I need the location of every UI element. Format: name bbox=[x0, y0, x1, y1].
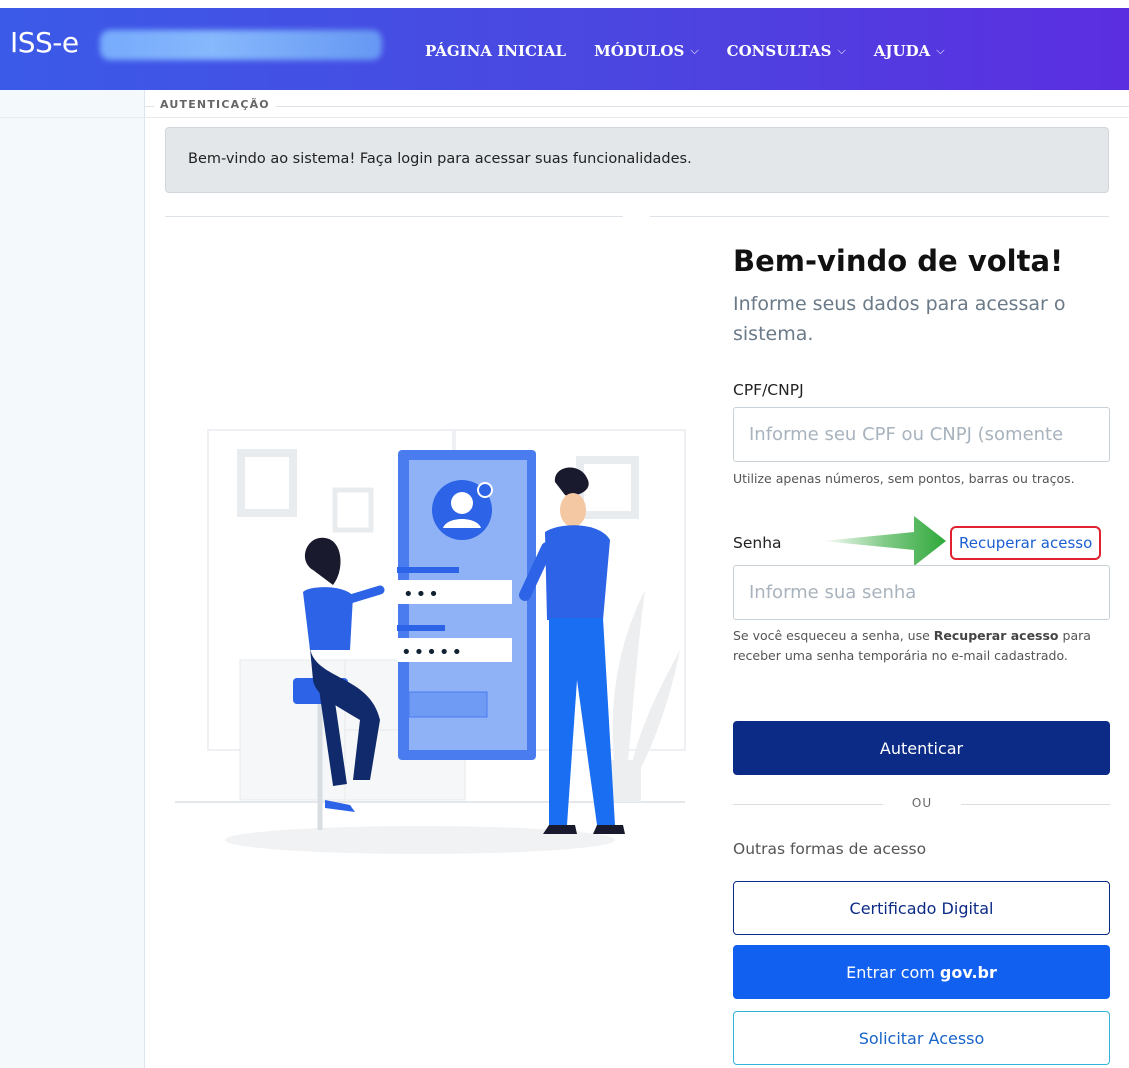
field-label-bar bbox=[397, 567, 459, 573]
senha-label: Senha bbox=[733, 534, 782, 552]
field-label-bar bbox=[397, 625, 445, 631]
cpf-label: CPF/CNPJ bbox=[733, 381, 804, 399]
password-dots: ••• bbox=[403, 584, 441, 605]
man-face bbox=[560, 493, 586, 527]
login-illustration: ••• ••••• bbox=[175, 429, 686, 854]
divider bbox=[733, 804, 883, 805]
plant-leaf bbox=[630, 650, 680, 770]
section-legend: AUTENTICAÇÃO bbox=[154, 98, 276, 111]
help-text: Se você esqueceu a senha, use bbox=[733, 628, 934, 643]
divider bbox=[650, 216, 1109, 217]
avatar-dot bbox=[477, 482, 493, 498]
chevron-down-icon: ⌵ bbox=[690, 44, 699, 57]
fieldset-border bbox=[145, 106, 1129, 107]
chevron-down-icon: ⌵ bbox=[936, 44, 945, 57]
or-separator: OU bbox=[733, 796, 1110, 812]
blurred-municipality-name bbox=[100, 30, 382, 60]
main-nav: PÁGINA INICIAL MÓDULOS ⌵ CONSULTAS ⌵ AJUDA… bbox=[425, 42, 973, 60]
help-text-bold: Recuperar acesso bbox=[933, 628, 1059, 643]
top-navbar: ISS-e PÁGINA INICIAL MÓDULOS ⌵ CONSULTAS ⌵… bbox=[0, 8, 1129, 90]
left-rail bbox=[0, 90, 145, 1068]
arrow-right-icon bbox=[822, 516, 946, 566]
frame-decor bbox=[332, 487, 374, 533]
brand-logo[interactable]: ISS-e bbox=[10, 26, 79, 59]
avatar-head bbox=[451, 492, 473, 514]
cpf-cnpj-input[interactable] bbox=[733, 407, 1110, 462]
request-access-button[interactable]: Solicitar Acesso bbox=[733, 1011, 1110, 1065]
recover-access-link[interactable]: Recuperar acesso bbox=[950, 526, 1102, 560]
or-label: OU bbox=[911, 796, 933, 810]
nav-modulos[interactable]: MÓDULOS ⌵ bbox=[594, 42, 699, 60]
woman-arm bbox=[342, 585, 385, 605]
login-subtitle: Informe seus dados para acessar o sistem… bbox=[733, 293, 1066, 345]
password-help-text: Se você esqueceu a senha, use Recuperar … bbox=[733, 626, 1103, 666]
nav-label: AJUDA bbox=[873, 42, 931, 60]
authenticate-button[interactable]: Autenticar bbox=[733, 721, 1110, 775]
nav-pagina-inicial[interactable]: PÁGINA INICIAL bbox=[425, 42, 566, 60]
frame-decor bbox=[576, 456, 639, 519]
govbr-label: Entrar com bbox=[846, 962, 935, 982]
other-access-label: Outras formas de acesso bbox=[733, 840, 927, 858]
frame-decor bbox=[237, 449, 297, 517]
divider bbox=[165, 216, 623, 217]
man-shoe bbox=[543, 825, 577, 834]
nav-label: MÓDULOS bbox=[594, 42, 685, 60]
digital-certificate-button[interactable]: Certificado Digital bbox=[733, 881, 1110, 935]
man-shoe bbox=[593, 825, 625, 834]
divider bbox=[961, 804, 1110, 805]
man-pants bbox=[549, 618, 615, 825]
welcome-alert: Bem-vindo ao sistema! Faça login para ac… bbox=[165, 127, 1109, 193]
password-dots: ••••• bbox=[401, 642, 464, 663]
chevron-down-icon: ⌵ bbox=[837, 44, 846, 57]
cpf-help-text: Utilize apenas números, sem pontos, barr… bbox=[733, 471, 1075, 486]
fake-button bbox=[408, 691, 488, 718]
login-title: Bem-vindo de volta! bbox=[733, 244, 1064, 278]
govbr-brand: gov.br bbox=[939, 962, 997, 982]
password-input[interactable] bbox=[733, 565, 1110, 620]
govbr-login-button[interactable]: Entrar com gov.br bbox=[733, 945, 1110, 999]
nav-label: PÁGINA INICIAL bbox=[425, 42, 567, 60]
woman-hair bbox=[304, 537, 341, 585]
divider bbox=[0, 117, 1129, 118]
nav-ajuda[interactable]: AJUDA ⌵ bbox=[874, 42, 945, 60]
nav-consultas[interactable]: CONSULTAS ⌵ bbox=[727, 42, 846, 60]
nav-label: CONSULTAS bbox=[726, 42, 832, 60]
